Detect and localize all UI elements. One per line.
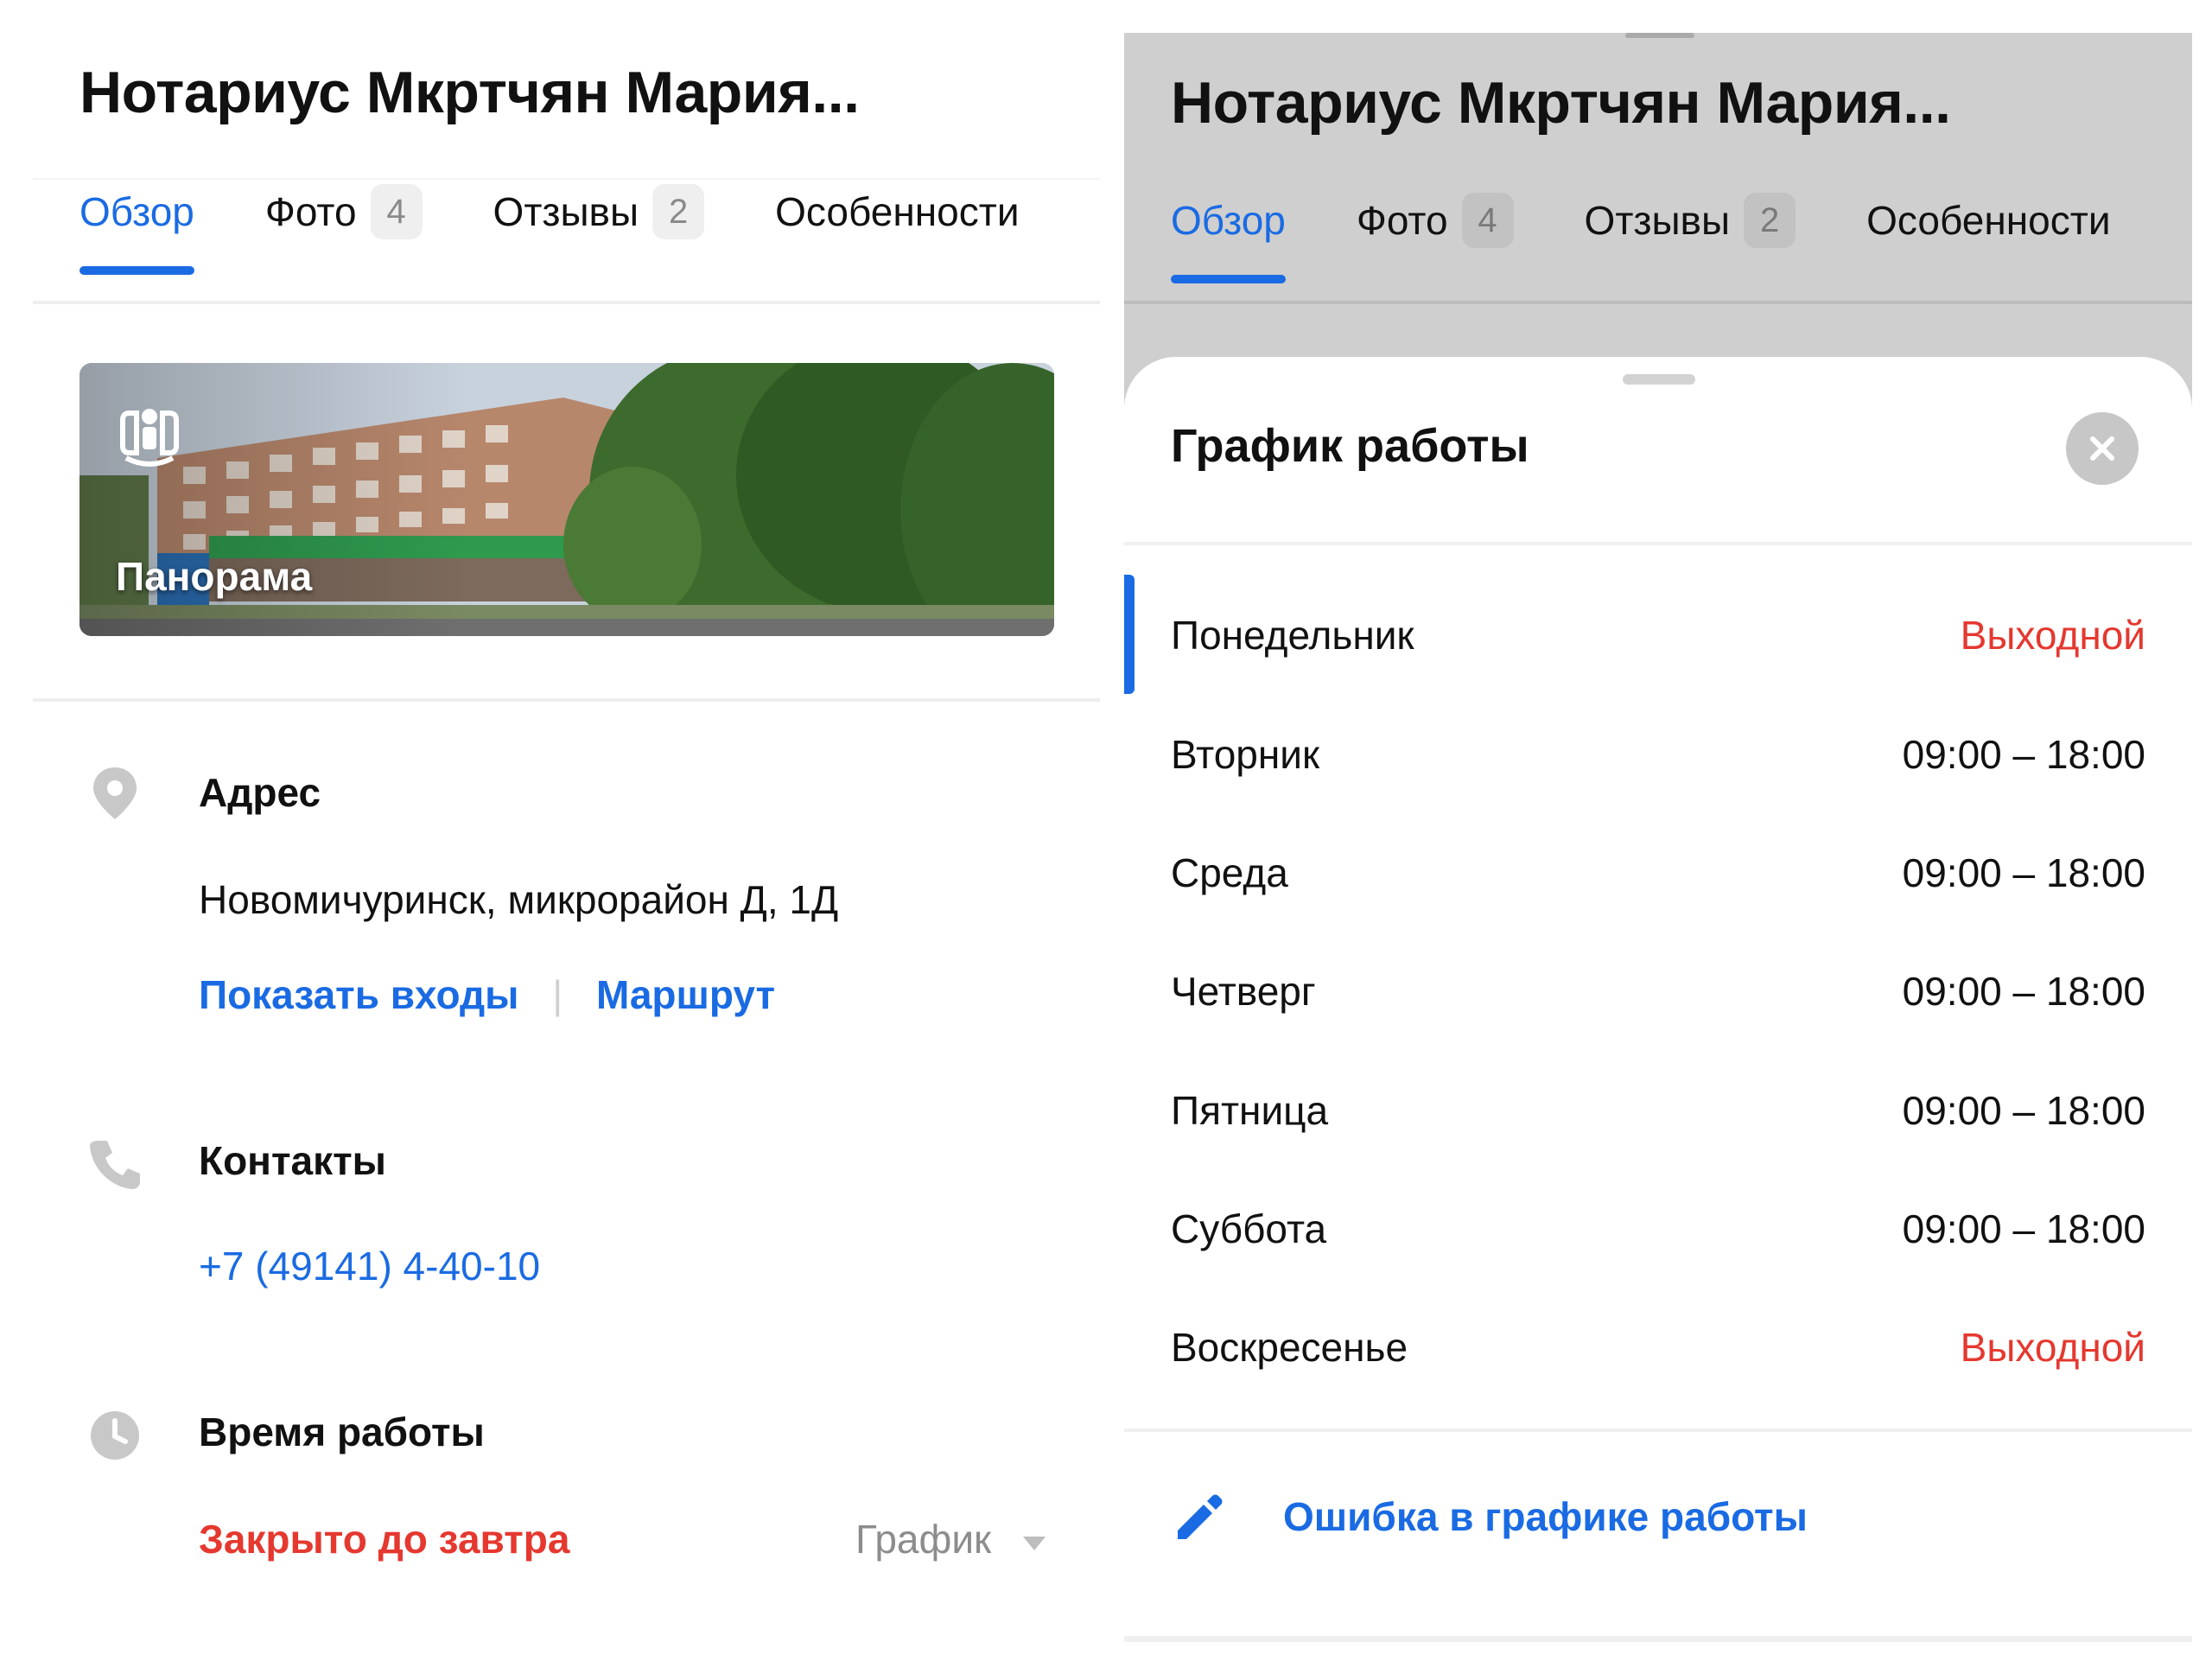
day-hours: 09:00 – 18:00: [1902, 1088, 2145, 1133]
place-card-screen: Нотариус Мкртчян Мария... Обзор Фото 4 О…: [33, 33, 1100, 1640]
report-error-link: Ошибка в графике работы: [1283, 1494, 1808, 1539]
panorama-label: Панорама: [116, 554, 313, 599]
active-tab-indicator: [79, 266, 194, 275]
tab-bar-dimmed: Обзор Фото 4 Отзывы 2 Особенности: [1171, 188, 2182, 309]
schedule-screen: Нотариус Мкртчян Мария... Обзор Фото 4 О…: [1124, 33, 2192, 1642]
schedule-row-sunday: Воскресенье Выходной: [1171, 1313, 2145, 1382]
sheet-title: График работы: [1171, 420, 1529, 472]
day-hours: 09:00 – 18:00: [1902, 732, 2145, 777]
comparison-screenshot: Нотариус Мкртчян Мария... Обзор Фото 4 О…: [0, 0, 2212, 1661]
tab-reviews-label: Отзывы: [493, 189, 639, 234]
sheet-bottom-band: [1124, 1636, 2192, 1642]
tab-features[interactable]: Особенности: [1866, 188, 2110, 252]
tab-features-label: Особенности: [775, 189, 1020, 234]
day-hours: 09:00 – 18:00: [1902, 1206, 2145, 1251]
close-icon: [2090, 436, 2114, 461]
day-hours: 09:00 – 18:00: [1902, 969, 2145, 1014]
day-name: Пятница: [1171, 1088, 1329, 1133]
tab-reviews[interactable]: Отзывы 2: [1585, 188, 1796, 252]
address-value: Новомичуринск, микрорайон Д, 1Д: [199, 877, 839, 922]
place-title: Нотариус Мкртчян Мария...: [79, 60, 860, 125]
sheet-footer-divider: [1124, 1429, 2192, 1432]
status-notch: [1625, 33, 1694, 38]
schedule-row-monday: Понедельник Выходной: [1171, 601, 2145, 670]
tab-features-label: Особенности: [1866, 198, 2111, 243]
sheet-grab-handle[interactable]: [1623, 374, 1695, 385]
triangle-down-icon: [1022, 1536, 1046, 1550]
hours-heading: Время работы: [199, 1410, 485, 1454]
tabs-divider-dimmed: [1124, 301, 2192, 304]
schedule-row-tuesday: Вторник 09:00 – 18:00: [1171, 720, 2145, 789]
tab-reviews-count: 2: [652, 184, 705, 239]
report-schedule-error[interactable]: Ошибка в графике работы: [1171, 1489, 1808, 1544]
day-name: Понедельник: [1171, 613, 1414, 658]
sheet-header-divider: [1124, 542, 2192, 545]
address-heading: Адрес: [199, 770, 321, 815]
hours-status: Закрыто до завтра: [199, 1517, 570, 1562]
tab-features[interactable]: Особенности: [775, 180, 1019, 244]
tab-overview-label: Обзор: [79, 189, 194, 234]
contacts-heading: Контакты: [199, 1138, 386, 1183]
tab-photos-count: 4: [370, 184, 423, 239]
schedule-row-thursday: Четверг 09:00 – 18:00: [1171, 957, 2145, 1026]
tabs-divider: [33, 301, 1100, 304]
tab-reviews[interactable]: Отзывы 2: [493, 180, 705, 244]
schedule-bottom-sheet: График работы Понедельник Выходной Вторн…: [1124, 357, 2192, 1642]
schedule-label: График: [855, 1517, 992, 1562]
day-name: Четверг: [1171, 969, 1316, 1014]
tab-bar: Обзор Фото 4 Отзывы 2 Особенности: [79, 180, 1090, 301]
tab-overview[interactable]: Обзор: [79, 180, 194, 275]
tab-photos[interactable]: Фото 4: [265, 180, 423, 244]
close-button[interactable]: [2066, 412, 2139, 485]
day-name: Воскресенье: [1171, 1325, 1408, 1370]
day-name: Вторник: [1171, 732, 1320, 777]
location-pin-icon: [93, 767, 137, 819]
show-entrances-link[interactable]: Показать входы: [199, 972, 518, 1017]
route-link[interactable]: Маршрут: [596, 972, 775, 1017]
tab-reviews-label: Отзывы: [1584, 198, 1731, 243]
schedule-row-saturday: Суббота 09:00 – 18:00: [1171, 1194, 2145, 1263]
active-tab-indicator: [1171, 275, 1286, 283]
panorama-preview[interactable]: Панорама: [79, 363, 1054, 636]
schedule-toggle[interactable]: График: [855, 1516, 1047, 1562]
address-links: Показать входы | Маршрут: [199, 971, 775, 1018]
tab-photos-label: Фото: [264, 189, 357, 234]
day-name: Суббота: [1171, 1206, 1327, 1251]
schedule-row-friday: Пятница 09:00 – 18:00: [1171, 1076, 2145, 1145]
current-day-indicator: [1124, 575, 1135, 694]
phone-icon: [90, 1141, 140, 1189]
phone-link[interactable]: +7 (49141) 4-40-10: [199, 1243, 540, 1289]
tab-photos[interactable]: Фото 4: [1357, 188, 1514, 252]
panorama-divider: [33, 698, 1100, 702]
links-separator: |: [552, 972, 563, 1017]
top-divider: [33, 178, 1100, 180]
day-hours: 09:00 – 18:00: [1902, 850, 2145, 895]
panorama-person-icon: [120, 409, 179, 467]
place-title-dimmed: Нотариус Мкртчян Мария...: [1171, 70, 1951, 136]
pencil-icon: [1178, 1494, 1223, 1539]
clock-icon: [91, 1411, 139, 1460]
day-name: Среда: [1171, 850, 1288, 895]
day-hours: Выходной: [1960, 613, 2145, 658]
tab-photos-label: Фото: [1356, 198, 1448, 243]
schedule-row-wednesday: Среда 09:00 – 18:00: [1171, 838, 2145, 907]
tab-reviews-count: 2: [1744, 193, 1796, 248]
tab-overview[interactable]: Обзор: [1171, 188, 1286, 283]
tab-overview-label: Обзор: [1171, 198, 1286, 243]
day-hours: Выходной: [1960, 1325, 2145, 1370]
tab-photos-count: 4: [1461, 193, 1514, 248]
